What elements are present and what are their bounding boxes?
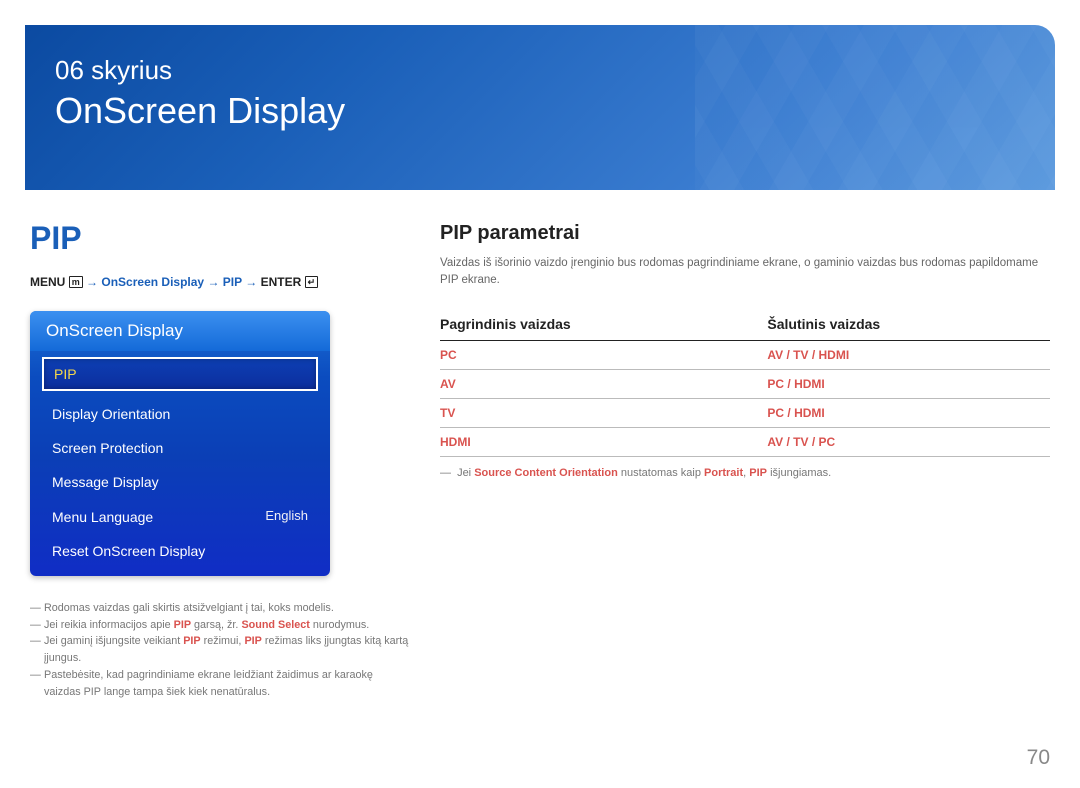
osd-menu-item-selected[interactable]: PIP — [42, 357, 318, 391]
params-desc: Vaizdas iš išorinio vaizdo įrenginio bus… — [440, 255, 1050, 290]
osd-menu-item-label: Screen Protection — [52, 439, 163, 457]
breadcrumb-seg1: OnScreen Display — [101, 275, 204, 289]
footnote-text: Jei reikia informacijos apie PIP garsą, … — [44, 617, 369, 634]
breadcrumb-prefix: MENU — [30, 275, 65, 289]
footnote: ― Rodomas vaizdas gali skirtis atsižvelg… — [30, 600, 410, 617]
osd-menu-item-value: English — [265, 508, 308, 526]
table-row: PC AV / TV / HDMI — [440, 340, 1050, 369]
osd-menu-item[interactable]: Menu Language English — [30, 500, 330, 534]
col-main: Pagrindinis vaizdas — [440, 308, 767, 341]
cell-main: PC — [440, 340, 767, 369]
osd-menu-item[interactable]: Message Display — [30, 465, 330, 499]
table-row: TV PC / HDMI — [440, 398, 1050, 427]
breadcrumb: MENU m → OnScreen Display → PIP → ENTER … — [30, 275, 400, 289]
cell-main: AV — [440, 369, 767, 398]
chapter-title: OnScreen Display — [55, 90, 1025, 132]
source-table: Pagrindinis vaizdas Šalutinis vaizdas PC… — [440, 308, 1050, 457]
table-row: HDMI AV / TV / PC — [440, 427, 1050, 456]
source-footnote: ― Jei Source Content Orientation nustato… — [440, 467, 1050, 479]
osd-menu-card: OnScreen Display PIP Display Orientation… — [30, 311, 330, 576]
footnote-text: Rodomas vaizdas gali skirtis atsižvelgia… — [44, 600, 334, 617]
chapter-banner: 06 skyrius OnScreen Display — [25, 25, 1055, 190]
osd-menu-item-label: Menu Language — [52, 508, 153, 526]
menu-icon: m — [69, 276, 83, 288]
osd-menu-item-label: Reset OnScreen Display — [52, 542, 205, 560]
footnote-text: Pastebėsite, kad pagrindiniame ekrane le… — [44, 667, 410, 700]
col-sub: Šalutinis vaizdas — [767, 308, 1050, 341]
params-heading: PIP parametrai — [440, 222, 1050, 245]
osd-menu-item[interactable]: Screen Protection — [30, 431, 330, 465]
cell-sub: AV / TV / HDMI — [767, 340, 1050, 369]
osd-menu-item[interactable]: Reset OnScreen Display — [30, 534, 330, 568]
osd-menu-header: OnScreen Display — [30, 311, 330, 351]
breadcrumb-arrow: → — [245, 275, 260, 289]
osd-menu-item-label: Message Display — [52, 473, 159, 491]
breadcrumb-suffix: ENTER — [261, 275, 302, 289]
cell-main: HDMI — [440, 427, 767, 456]
footnote: ― Pastebėsite, kad pagrindiniame ekrane … — [30, 667, 410, 700]
footnote-text: Jei gaminį išjungsite veikiant PIP režim… — [44, 633, 410, 666]
page-number: 70 — [1027, 746, 1050, 770]
chapter-number: 06 skyrius — [55, 55, 1025, 86]
footnote: ― Jei gaminį išjungsite veikiant PIP rež… — [30, 633, 410, 666]
cell-main: TV — [440, 398, 767, 427]
breadcrumb-arrow: → — [207, 275, 222, 289]
footnote: ― Jei reikia informacijos apie PIP garsą… — [30, 617, 410, 634]
breadcrumb-seg2: PIP — [223, 275, 242, 289]
table-row: AV PC / HDMI — [440, 369, 1050, 398]
breadcrumb-arrow: → — [86, 275, 101, 289]
cell-sub: PC / HDMI — [767, 398, 1050, 427]
osd-menu-item[interactable]: Display Orientation — [30, 397, 330, 431]
footnotes: ― Rodomas vaizdas gali skirtis atsižvelg… — [30, 600, 410, 700]
pip-heading: PIP — [30, 220, 400, 257]
osd-menu-item-label: Display Orientation — [52, 405, 170, 423]
enter-icon: ↵ — [305, 276, 319, 288]
cell-sub: PC / HDMI — [767, 369, 1050, 398]
cell-sub: AV / TV / PC — [767, 427, 1050, 456]
